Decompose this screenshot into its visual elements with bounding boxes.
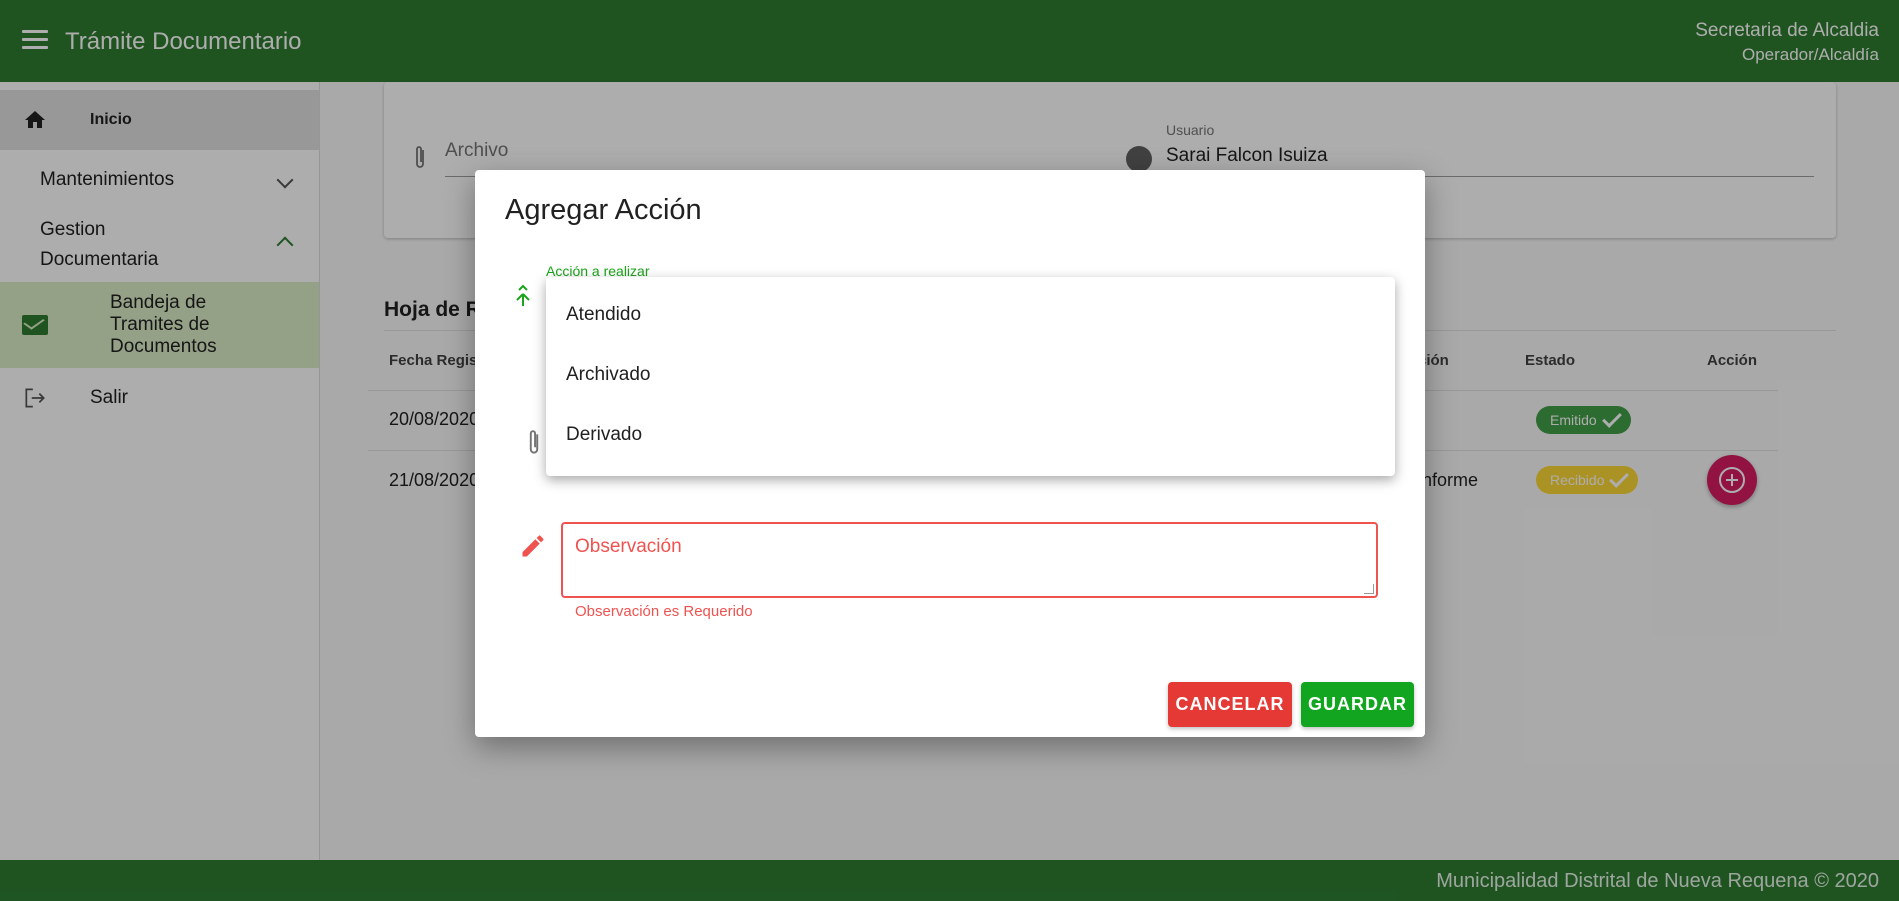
observacion-textarea[interactable] xyxy=(561,522,1378,598)
select-option-archivado[interactable]: Archivado xyxy=(546,345,1395,405)
accion-select-menu: Atendido Archivado Derivado xyxy=(546,277,1395,476)
attachment-icon xyxy=(529,430,539,454)
select-option-atendido[interactable]: Atendido xyxy=(546,285,1395,345)
cancel-button[interactable]: CANCELAR xyxy=(1168,682,1292,727)
pencil-icon xyxy=(522,535,544,557)
select-option-derivado[interactable]: Derivado xyxy=(546,405,1395,465)
merge-icon xyxy=(516,284,530,306)
observacion-placeholder: Observación xyxy=(575,536,682,557)
resize-handle[interactable] xyxy=(1364,584,1374,594)
observacion-error: Observación es Requerido xyxy=(575,603,753,620)
dialog-title: Agregar Acción xyxy=(505,194,702,226)
save-button[interactable]: GUARDAR xyxy=(1301,682,1414,727)
